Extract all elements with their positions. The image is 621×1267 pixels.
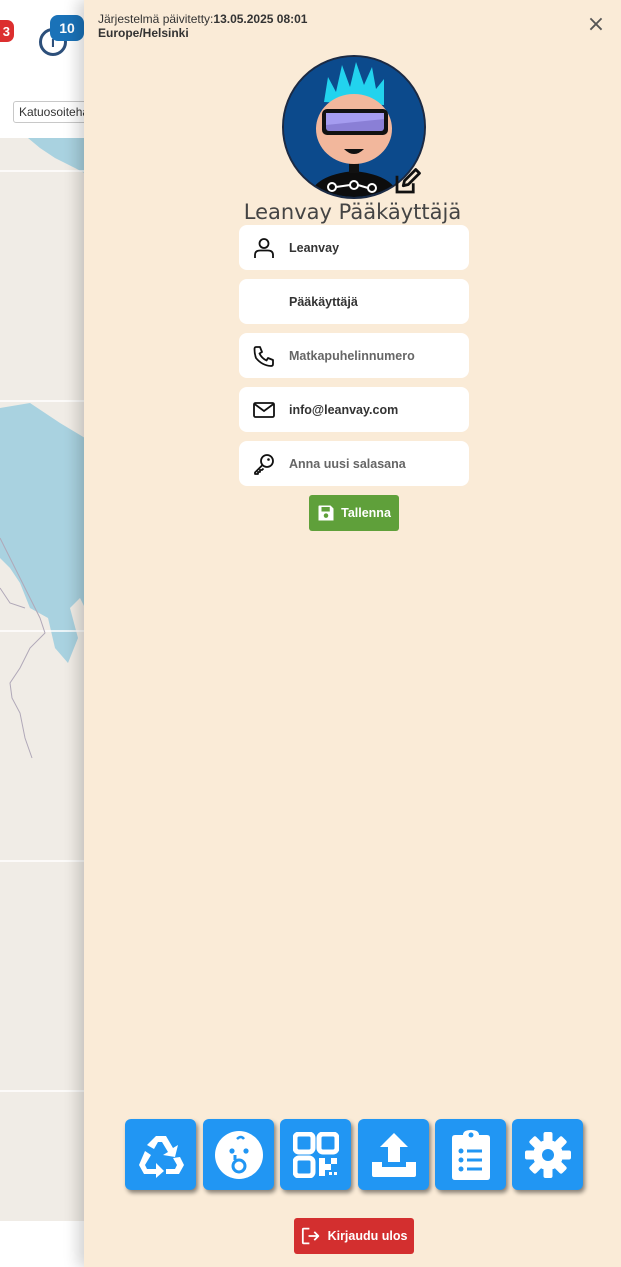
save-button-label: Tallenna — [341, 506, 391, 520]
phone-icon — [253, 345, 274, 367]
system-updated-label: Järjestelmä päivitetty: — [98, 12, 214, 26]
last-name-field[interactable]: Pääkäyttäjä — [239, 279, 469, 324]
system-info: Järjestelmä päivitetty:13.05.2025 08:01 … — [98, 12, 307, 40]
logout-button[interactable]: Kirjaudu ulos — [294, 1218, 414, 1254]
info-count-badge[interactable]: 10 — [50, 15, 84, 41]
close-icon[interactable]: × — [586, 14, 606, 36]
qr-code-button[interactable] — [280, 1119, 351, 1190]
password-input[interactable] — [289, 456, 459, 471]
notification-badge[interactable]: 3 — [0, 20, 14, 42]
email-value: info@leanvay.com — [289, 402, 399, 417]
settings-gear-icon — [524, 1131, 571, 1178]
user-icon — [254, 237, 274, 258]
phone-input[interactable] — [289, 348, 459, 363]
clipboard-list-button[interactable] — [435, 1119, 506, 1190]
logout-icon — [301, 1227, 319, 1245]
last-name-value: Pääkäyttäjä — [289, 294, 358, 309]
recycle-icon — [138, 1135, 184, 1178]
upload-icon — [371, 1132, 416, 1177]
baby-icon — [214, 1130, 263, 1179]
key-icon — [254, 453, 274, 475]
user-display-name: Leanvay Pääkäyttäjä — [243, 200, 462, 224]
password-field[interactable] — [239, 441, 469, 486]
save-icon — [318, 505, 334, 521]
qr-code-icon — [292, 1131, 339, 1178]
clipboard-list-icon — [451, 1129, 490, 1180]
phone-field[interactable] — [239, 333, 469, 378]
logout-button-label: Kirjaudu ulos — [327, 1229, 408, 1243]
email-field[interactable]: info@leanvay.com — [239, 387, 469, 432]
upload-button[interactable] — [358, 1119, 429, 1190]
recycle-button[interactable] — [125, 1119, 196, 1190]
settings-button[interactable] — [512, 1119, 583, 1190]
profile-panel: Järjestelmä päivitetty:13.05.2025 08:01 … — [84, 0, 621, 1267]
first-name-value: Leanvay — [289, 240, 340, 255]
first-name-field[interactable]: Leanvay — [239, 225, 469, 270]
system-updated-value: 13.05.2025 08:01 — [213, 12, 308, 26]
edit-avatar-icon[interactable] — [392, 167, 422, 197]
save-button[interactable]: Tallenna — [309, 495, 399, 531]
email-icon — [253, 401, 275, 418]
timezone-label: Europe/Helsinki — [98, 26, 189, 40]
baby-button[interactable] — [203, 1119, 274, 1190]
